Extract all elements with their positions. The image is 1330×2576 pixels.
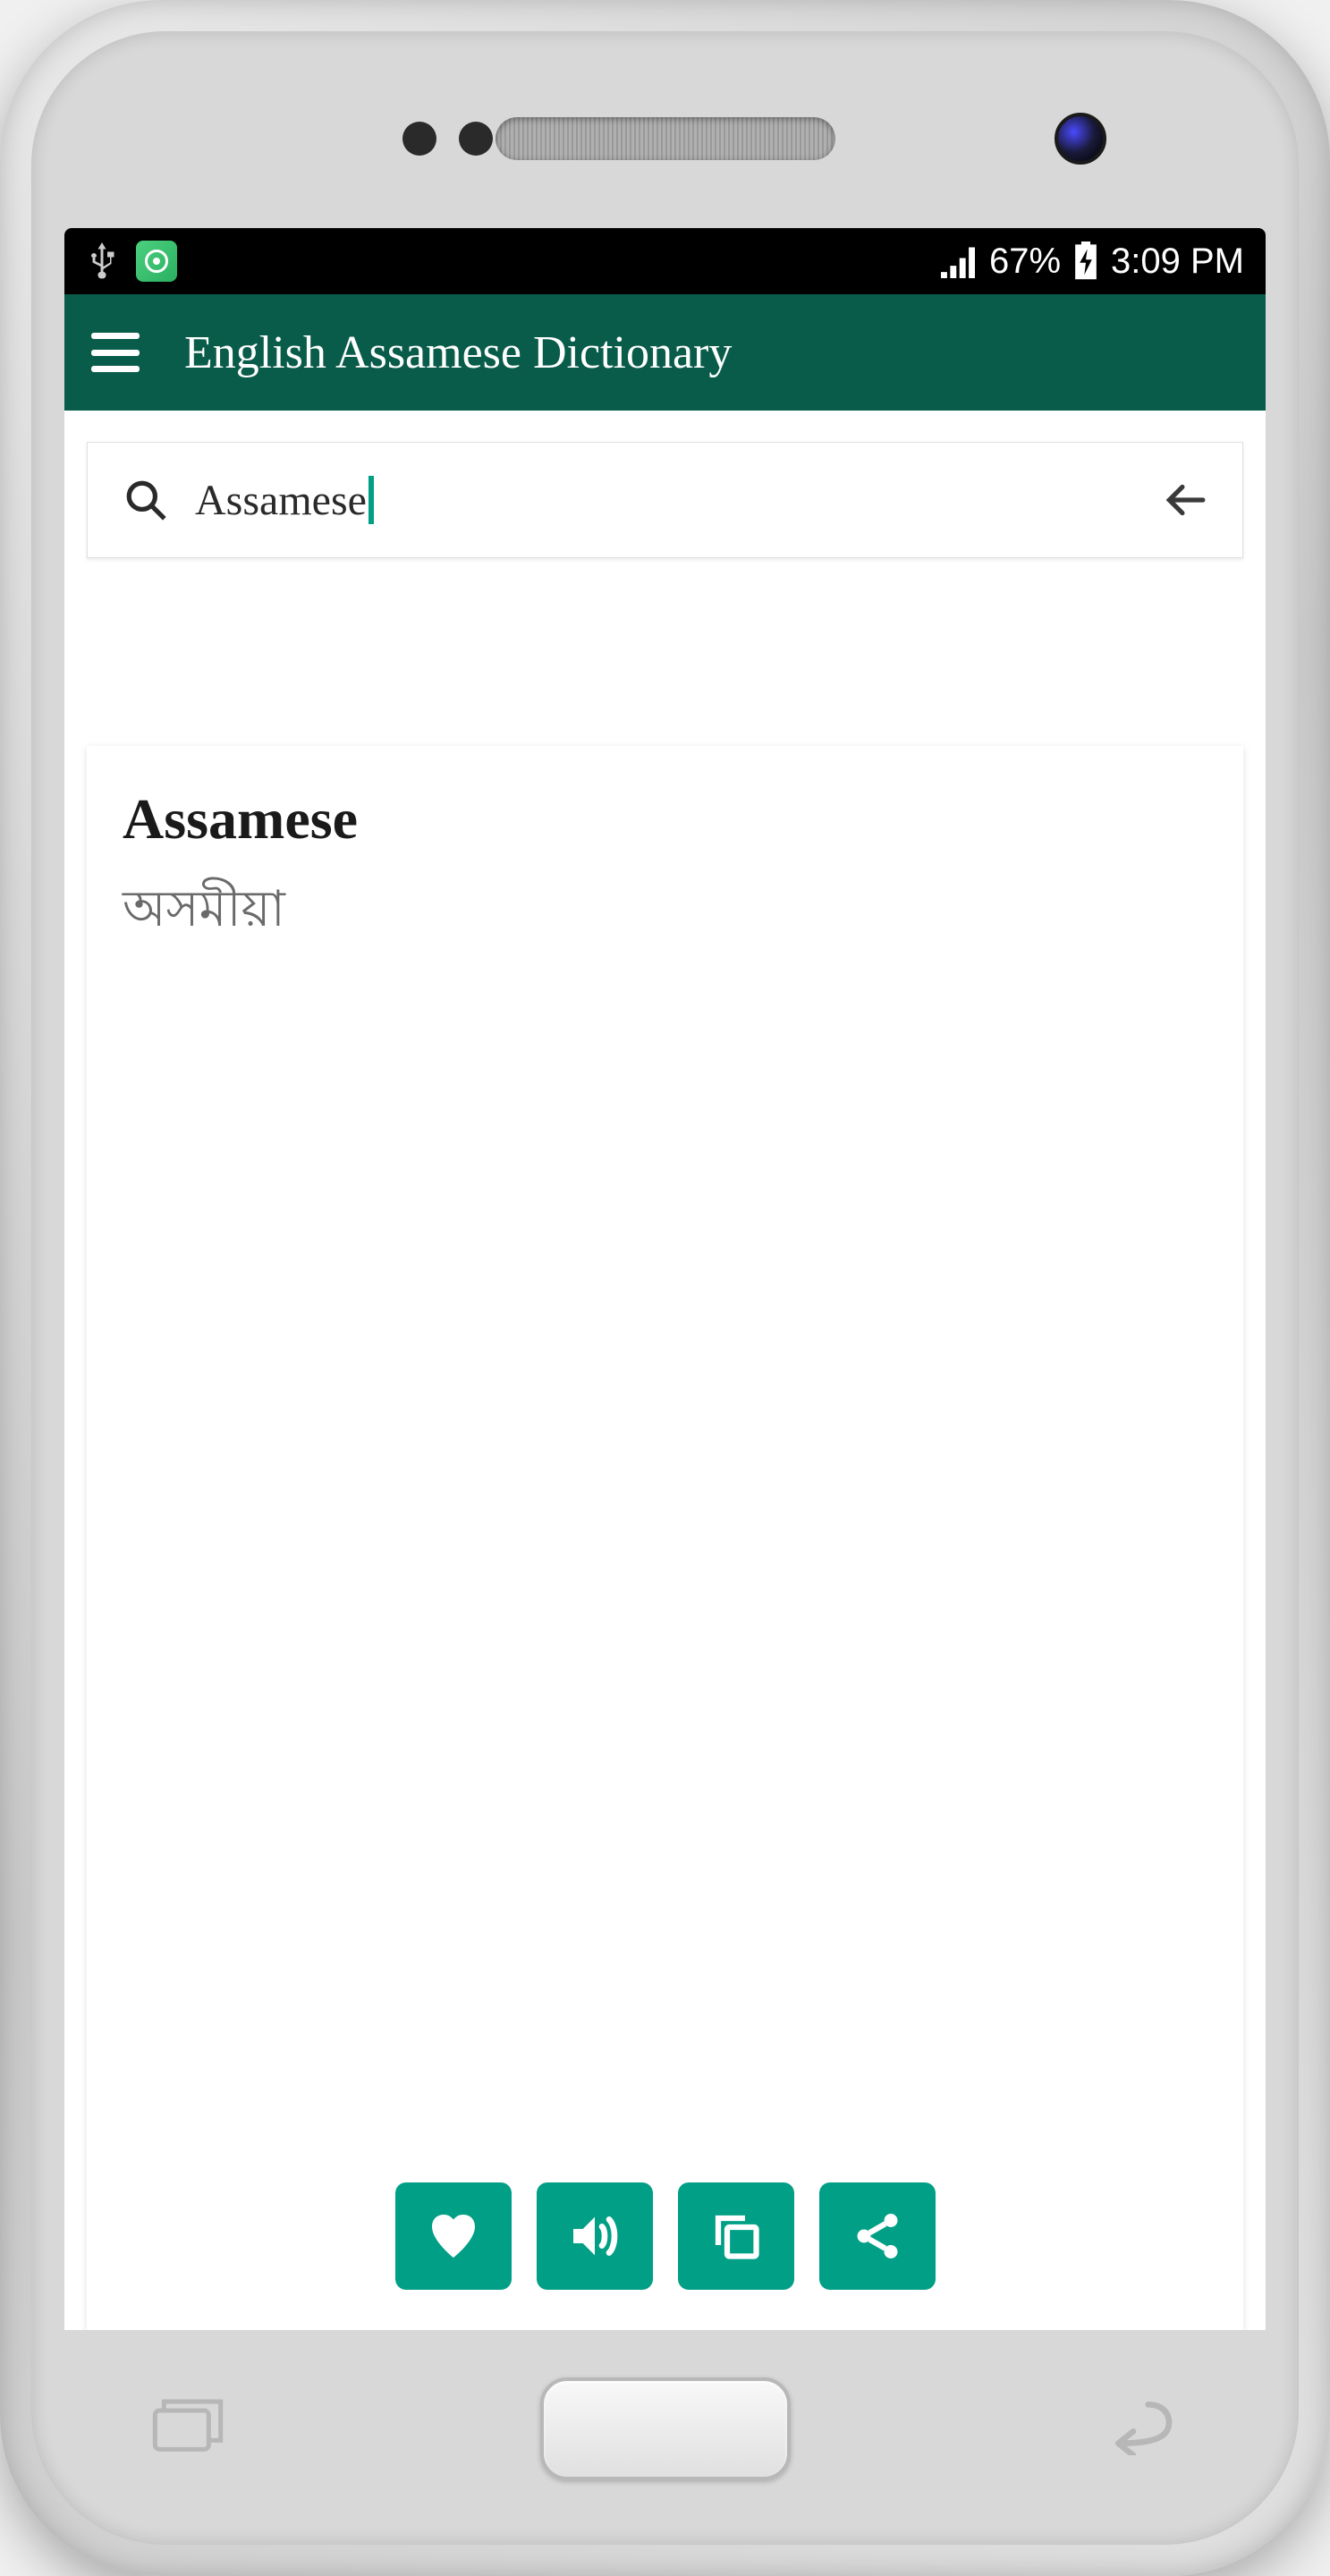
android-status-bar: 67% 3:09 PM — [64, 228, 1266, 294]
speaker-icon — [566, 2207, 623, 2265]
phone-top-hardware — [54, 49, 1276, 228]
hamburger-menu-icon[interactable] — [91, 333, 140, 372]
content-area: Assamese Assamese অসমীয়া — [64, 411, 1266, 2330]
battery-charging-icon — [1073, 242, 1098, 281]
usb-icon — [86, 240, 118, 283]
battery-percent: 67% — [989, 242, 1061, 282]
app-title: English Assamese Dictionary — [184, 326, 732, 379]
search-input[interactable]: Assamese — [195, 476, 1135, 525]
result-card: Assamese অসমীয়া — [87, 746, 1243, 2330]
phone-inner-bezel: 67% 3:09 PM English Assamese Dictionary — [31, 31, 1299, 2545]
app-notification-icon — [136, 241, 177, 282]
phone-device-frame: 67% 3:09 PM English Assamese Dictionary — [0, 0, 1330, 2576]
favorite-button[interactable] — [395, 2182, 512, 2290]
phone-nav-buttons — [54, 2330, 1276, 2527]
heart-icon — [425, 2207, 482, 2265]
back-button[interactable] — [1089, 2393, 1187, 2464]
back-arrow-icon[interactable] — [1162, 478, 1207, 522]
front-camera — [1055, 113, 1106, 165]
sensor-dots — [402, 122, 493, 156]
text-cursor — [369, 476, 374, 524]
home-button[interactable] — [540, 2377, 791, 2480]
share-button[interactable] — [819, 2182, 936, 2290]
action-buttons-row — [395, 2182, 936, 2290]
clock-time: 3:09 PM — [1111, 242, 1244, 282]
result-translation: অসমীয়া — [123, 870, 1207, 954]
copy-button[interactable] — [678, 2182, 794, 2290]
result-word: Assamese — [123, 786, 1207, 852]
screen: 67% 3:09 PM English Assamese Dictionary — [64, 228, 1266, 2330]
search-icon — [123, 478, 168, 522]
share-icon — [851, 2209, 904, 2263]
copy-icon — [709, 2209, 763, 2263]
recent-apps-button[interactable] — [143, 2393, 241, 2464]
search-box[interactable]: Assamese — [87, 442, 1243, 558]
search-input-value: Assamese — [195, 476, 367, 525]
earpiece-speaker — [496, 117, 835, 160]
app-header: English Assamese Dictionary — [64, 294, 1266, 411]
signal-icon — [939, 244, 977, 278]
speak-button[interactable] — [537, 2182, 653, 2290]
